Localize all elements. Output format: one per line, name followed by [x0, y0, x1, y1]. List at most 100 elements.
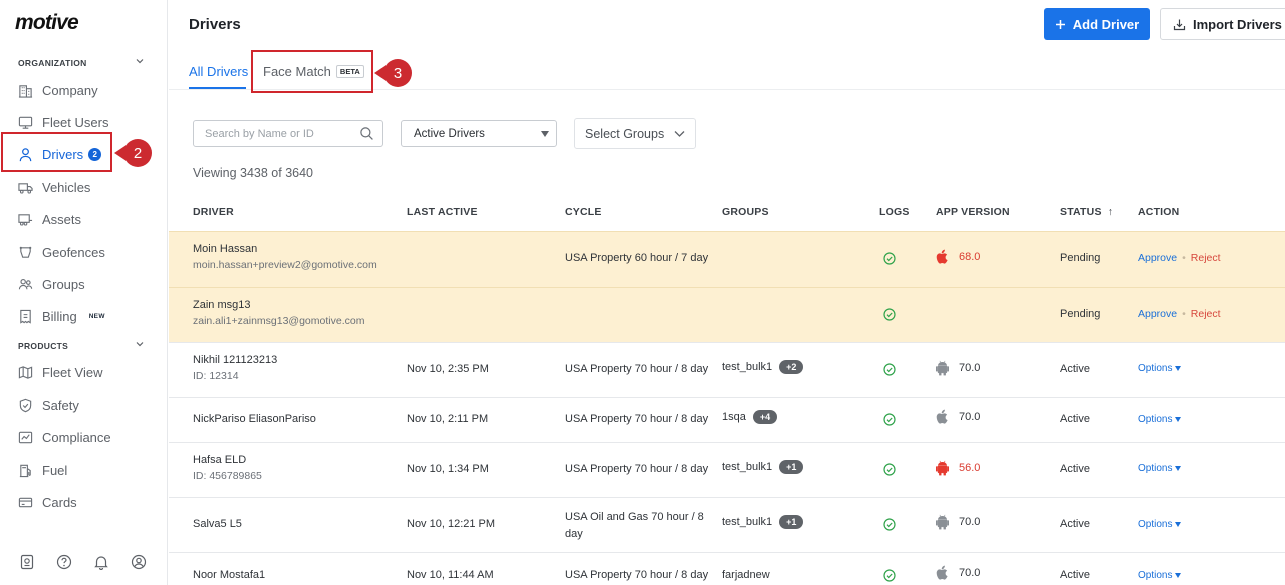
driver-name[interactable]: Hafsa ELD [193, 454, 262, 466]
status-cell: Active [1060, 413, 1090, 425]
app-version: 70.0 [959, 567, 981, 579]
cycle-cell: USA Property 70 hour / 8 day [565, 363, 709, 375]
group-name: test_bulk1 [722, 361, 773, 373]
caret-down-icon [1175, 366, 1182, 371]
table-row[interactable]: Noor Mostafa1 Nov 10, 11:44 AM USA Prope… [169, 552, 1285, 585]
monitor-icon [18, 116, 33, 129]
table-row[interactable]: Hafsa ELD ID: 456789865 Nov 10, 1:34 PM U… [169, 442, 1285, 497]
reject-link[interactable]: Reject [1191, 308, 1221, 320]
table-row[interactable]: Moin Hassan moin.hassan+preview2@gomotive… [169, 231, 1285, 287]
driver-cell: Salva5 L5 [193, 518, 242, 530]
chevron-down-icon[interactable] [136, 57, 144, 65]
app-version-cell: 70.0 [935, 360, 980, 376]
cycle-cell: USA Property 60 hour / 7 day [565, 252, 709, 264]
driver-name[interactable]: Zain msg13 [193, 299, 364, 311]
bell-icon[interactable] [93, 554, 109, 570]
caret-down-icon [1175, 573, 1182, 578]
table-row[interactable]: Nikhil 121123213 ID: 12314 Nov 10, 2:35 P… [169, 342, 1285, 397]
options-label: Options [1138, 570, 1173, 581]
step-number: 2 [124, 139, 152, 167]
status-header-label: STATUS [1060, 206, 1102, 218]
groups-cell: test_bulk1 +1 [722, 460, 804, 474]
groups-select[interactable]: Select Groups [574, 118, 696, 149]
driver-name[interactable]: Moin Hassan [193, 243, 377, 255]
motive-logo[interactable]: motive [15, 11, 79, 35]
chevron-down-icon[interactable] [136, 340, 144, 348]
step-3-callout: 3 [374, 59, 412, 87]
approve-link[interactable]: Approve [1138, 252, 1177, 264]
app-version: 70.0 [959, 362, 981, 374]
sidebar-item-groups[interactable]: Groups [18, 273, 158, 295]
profile-icon[interactable] [131, 554, 147, 570]
options-dropdown[interactable]: Options [1138, 363, 1182, 374]
driver-status-select[interactable]: Active Drivers [401, 120, 557, 147]
sidebar-item-safety[interactable]: Safety [18, 394, 158, 416]
groups-cell: test_bulk1 +1 [722, 515, 804, 529]
more-groups-badge[interactable]: +4 [752, 410, 778, 424]
action-cell: Approve • Reject [1138, 252, 1221, 264]
logbook-icon[interactable] [19, 554, 35, 570]
sidebar-item-vehicles[interactable]: Vehicles [18, 176, 158, 198]
more-groups-badge[interactable]: +1 [779, 515, 804, 529]
search-input[interactable]: Search by Name or ID [193, 120, 383, 147]
groups-placeholder: Select Groups [585, 126, 665, 141]
driver-cell: Moin Hassan moin.hassan+preview2@gomotive… [193, 243, 377, 271]
check-circle-icon [883, 308, 896, 321]
help-icon[interactable] [56, 554, 72, 570]
sidebar-item-label: Vehicles [42, 179, 91, 195]
column-header-logs[interactable]: LOGS [879, 206, 910, 218]
driver-name[interactable]: Salva5 L5 [193, 518, 242, 530]
search-placeholder: Search by Name or ID [205, 127, 314, 140]
sidebar-item-assets[interactable]: Assets [18, 208, 158, 230]
options-dropdown[interactable]: Options [1138, 463, 1182, 474]
column-header-status[interactable]: STATUS ↑ [1060, 206, 1113, 218]
sidebar-item-fuel[interactable]: Fuel [18, 459, 158, 481]
sidebar-item-fleet-view[interactable]: Fleet View [18, 361, 158, 383]
table-row[interactable]: Zain msg13 zain.ali1+zainmsg13@gomotive.c… [169, 287, 1285, 342]
approve-link[interactable]: Approve [1138, 308, 1177, 320]
last-active-cell: Nov 10, 2:35 PM [407, 363, 489, 375]
apple-icon [936, 565, 948, 580]
table-row[interactable]: Salva5 L5 Nov 10, 12:21 PM USA Oil and G… [169, 497, 1285, 552]
options-dropdown[interactable]: Options [1138, 570, 1182, 581]
table-row[interactable]: NickPariso EliasonPariso Nov 10, 2:11 PM… [169, 397, 1285, 442]
driver-cell: Hafsa ELD ID: 456789865 [193, 454, 262, 482]
column-header-driver[interactable]: DRIVER [193, 206, 234, 218]
column-header-groups[interactable]: GROUPS [722, 206, 769, 218]
app-version-cell: 56.0 [935, 460, 980, 476]
sidebar-item-cards[interactable]: Cards [18, 491, 158, 513]
last-active-cell: Nov 10, 1:34 PM [407, 463, 489, 475]
group-name: farjadnew [722, 569, 770, 581]
organization-section-label: ORGANIZATION [18, 58, 87, 68]
check-circle-icon [883, 363, 896, 376]
groups-cell: 1sqa +4 [722, 410, 778, 424]
import-drivers-button[interactable]: Import Drivers [1160, 8, 1285, 40]
column-header-cycle[interactable]: CYCLE [565, 206, 602, 218]
more-groups-badge[interactable]: +2 [779, 360, 804, 374]
apple-icon [936, 409, 948, 424]
groups-cell: test_bulk1 +2 [722, 360, 804, 374]
options-label: Options [1138, 519, 1173, 530]
tab-all-drivers[interactable]: All Drivers [189, 64, 248, 79]
groups-cell: farjadnew [722, 569, 770, 581]
driver-name[interactable]: NickPariso EliasonPariso [193, 413, 316, 425]
options-dropdown[interactable]: Options [1138, 519, 1182, 530]
trailer-icon [18, 213, 33, 226]
sidebar-item-label: Fleet View [42, 364, 103, 380]
column-header-last-active[interactable]: LAST ACTIVE [407, 206, 478, 218]
sidebar-item-company[interactable]: Company [18, 79, 158, 101]
add-driver-button[interactable]: Add Driver [1044, 8, 1150, 40]
card-icon [18, 497, 33, 507]
more-groups-badge[interactable]: +1 [779, 460, 804, 474]
sidebar-item-fleet-users[interactable]: Fleet Users [18, 111, 158, 133]
app-version-cell: 70.0 [935, 514, 980, 530]
driver-name[interactable]: Nikhil 121123213 [193, 354, 277, 366]
options-dropdown[interactable]: Options [1138, 414, 1182, 425]
sidebar-item-billing[interactable]: Billing NEW [18, 305, 158, 327]
check-circle-icon [883, 252, 896, 265]
column-header-app-version[interactable]: APP VERSION [936, 206, 1010, 218]
driver-name[interactable]: Noor Mostafa1 [193, 569, 265, 581]
sidebar-item-compliance[interactable]: Compliance [18, 426, 158, 448]
reject-link[interactable]: Reject [1191, 252, 1221, 264]
sidebar-item-geofences[interactable]: Geofences [18, 241, 158, 263]
